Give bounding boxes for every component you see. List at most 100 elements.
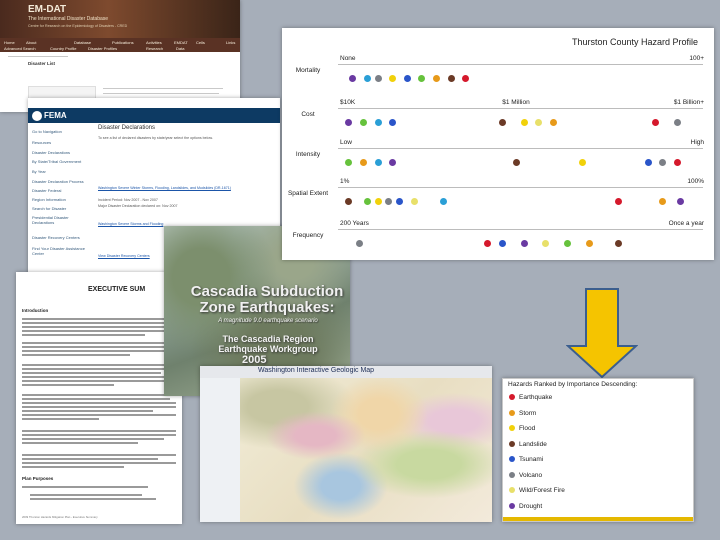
hazard-row-label: Intensity: [295, 151, 321, 158]
hazard-color-dot: [509, 440, 515, 447]
scale-min-label: 1%: [340, 178, 350, 185]
fema-nav-item[interactable]: Disaster Declarations: [32, 150, 92, 155]
fema-seal-icon: [32, 111, 42, 121]
hazard-color-dot: [509, 471, 515, 478]
ranked-item: Tsunami: [509, 455, 543, 464]
emdat-disaster-list: Disaster List: [28, 61, 55, 66]
hazard-dot: [484, 240, 491, 247]
hazard-dot: [345, 159, 353, 166]
emdat-logo[interactable]: EM-DAT: [28, 4, 66, 15]
page-title: Disaster Declarations: [98, 125, 156, 131]
emdat-menu-item[interactable]: Research: [146, 46, 163, 51]
hazard-dot: [348, 75, 356, 82]
emdat-menu-item[interactable]: About: [26, 40, 36, 45]
executive-summary-document: EXECUTIVE SUM Introduction Plan Purposes…: [16, 272, 182, 524]
hazard-color-dot: [509, 456, 515, 462]
emdat-menu-item[interactable]: Links: [226, 40, 235, 45]
hazard-dot: [615, 240, 623, 247]
emdat-menu-item[interactable]: Disaster Profiles: [88, 46, 117, 51]
emdat-menu-item[interactable]: Activities: [146, 40, 162, 45]
hazard-dot: [359, 159, 367, 166]
hazard-dot: [374, 75, 382, 82]
emdat-menu-item[interactable]: Database: [74, 40, 91, 45]
fema-nav-item[interactable]: By State/Tribal Government: [32, 159, 92, 164]
cascadia-subtitle: A magnitude 9.0 earthquake scenario: [218, 318, 318, 324]
emdat-menu-item[interactable]: Publications: [112, 40, 134, 45]
hazard-dot: [374, 119, 382, 126]
ranked-item-label: Volcano: [519, 471, 543, 479]
fema-nav-item[interactable]: Disaster Recovery Centers: [32, 235, 92, 240]
emdat-menu-item[interactable]: Country Profile: [50, 46, 76, 51]
hazard-dot: [462, 75, 470, 82]
hazard-dot: [396, 198, 404, 205]
hazard-dot: [389, 159, 397, 166]
declaration-link-text[interactable]: Washington Severe Winter Storms, Floodin…: [98, 186, 231, 190]
scale-min-label: $10K: [340, 99, 356, 106]
fema-nav-item[interactable]: Disaster Declaration Process: [32, 179, 92, 184]
geologic-map-canvas[interactable]: [240, 378, 492, 522]
fema-logo[interactable]: FEMA: [44, 108, 67, 123]
scale-line: [338, 64, 703, 65]
scale-max-label: 100%: [687, 178, 704, 185]
declaration-link-text[interactable]: Washington Severe Storms and Flooding: [98, 222, 163, 226]
hazard-color-dot: [509, 425, 515, 431]
paragraph: [22, 454, 176, 470]
document-footer: 2009 Thurston Hazards Mitigation Plan - …: [22, 515, 98, 519]
ranked-item: Volcano: [509, 471, 542, 480]
paragraph: [22, 486, 176, 490]
hazard-row-label: Frequency: [292, 232, 324, 239]
hazard-dot: [673, 119, 681, 126]
fema-nav-item[interactable]: Find Your Disaster Assistance Center: [32, 246, 92, 256]
emdat-menu-item[interactable]: Cells: [196, 40, 205, 45]
scale-line: [338, 108, 703, 109]
hazard-dot: [586, 240, 594, 247]
emdat-menu-item[interactable]: Advanced Search: [4, 46, 36, 51]
hazard-dot: [389, 75, 397, 82]
hazard-color-dot: [509, 487, 515, 493]
fema-nav-item[interactable]: Go to Navigation: [32, 129, 92, 134]
hazard-dot: [549, 119, 557, 126]
cascadia-year: 2005: [242, 354, 267, 366]
fema-nav-item[interactable]: Disaster Federal: [32, 188, 92, 193]
scale-line: [338, 229, 703, 230]
emdat-menu-item[interactable]: EMDAT: [174, 40, 188, 45]
ranked-item-label: Drought: [519, 502, 543, 510]
ranked-hazard-list: Hazards Ranked by Importance Descending:…: [502, 378, 694, 522]
fema-nav-item[interactable]: Search for Disaster: [32, 206, 92, 211]
hazard-dot: [411, 198, 418, 205]
hazard-dot: [673, 159, 681, 166]
hazard-row-label: Cost: [301, 111, 315, 118]
scale-max-label: Once a year: [668, 220, 704, 227]
ranked-item-label: Wild/Forest Fire: [519, 487, 565, 494]
section-heading-plan-purposes: Plan Purposes: [22, 476, 54, 481]
scale-min-label: Low: [340, 139, 352, 146]
scale-line: [338, 148, 703, 149]
emdat-menu-item[interactable]: Home: [4, 40, 15, 45]
bullet-list: [30, 494, 170, 502]
paragraph: [22, 318, 176, 338]
fema-nav-item[interactable]: Presidential Disaster Declarations: [32, 215, 92, 225]
hazard-color-dot: [509, 409, 515, 416]
section-heading-introduction: Introduction: [22, 308, 49, 313]
geologic-map-title: Washington Interactive Geologic Map: [258, 367, 375, 374]
hazard-dot: [659, 198, 667, 205]
divider: [8, 56, 68, 57]
hazard-dot: [440, 198, 448, 205]
map-layer-panel[interactable]: [200, 378, 241, 522]
ranked-item: Drought: [509, 502, 542, 511]
fema-intro-text: To see a list of declared disasters by s…: [98, 136, 213, 140]
paragraph: [22, 394, 176, 422]
hazard-dot: [578, 159, 586, 166]
emdat-menu-item[interactable]: Data: [176, 46, 184, 51]
fema-nav-item[interactable]: Resources: [32, 140, 92, 145]
hazard-dot: [659, 159, 667, 166]
recovery-link-text[interactable]: View Disaster Recovery Centers: [98, 254, 150, 258]
ranked-item: Wild/Forest Fire: [509, 486, 565, 495]
disaster-list-label[interactable]: Disaster List: [28, 61, 55, 66]
scale-max-label: High: [690, 139, 704, 146]
fema-nav-item[interactable]: By Year: [32, 169, 92, 174]
fema-nav-item[interactable]: Region Information: [32, 197, 92, 202]
fema-declaration-link[interactable]: Washington Severe Winter Storms, Floodin…: [98, 186, 268, 190]
hazard-dot: [651, 119, 659, 126]
ranked-item-label: Flood: [519, 425, 536, 432]
